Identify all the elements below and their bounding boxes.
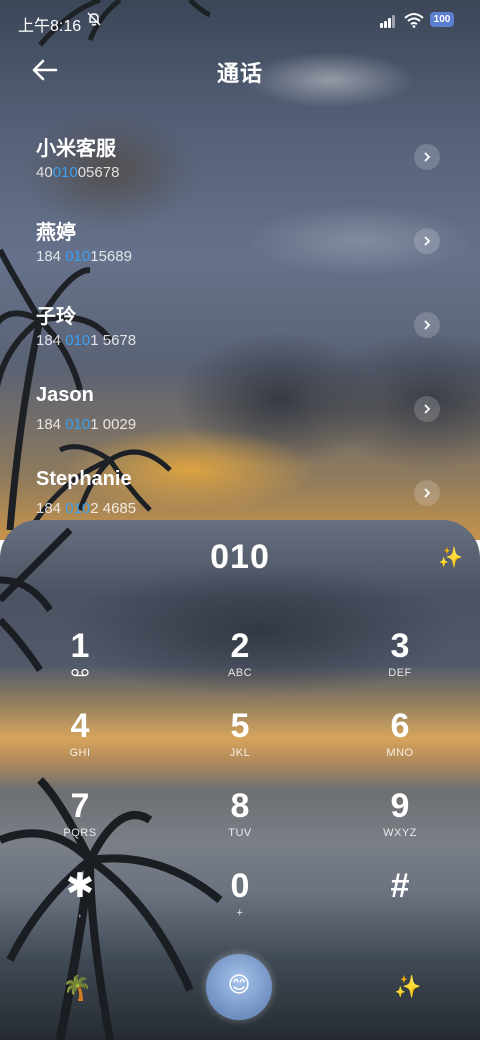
key-letters: ABC xyxy=(227,667,253,679)
palm-tree-icon[interactable]: 🌴 xyxy=(62,974,92,1003)
number-match: 010 xyxy=(65,332,91,349)
contact-name: 子玲 xyxy=(36,306,76,328)
sparkle-icon[interactable]: ✨ xyxy=(438,545,463,570)
number-match: 010 xyxy=(65,416,91,433)
contact-row[interactable]: 小米客服 4001005678 xyxy=(0,132,480,212)
key-letters: GHI xyxy=(69,747,91,759)
key-letters: WXYZ xyxy=(383,827,417,839)
key-letters: DEF xyxy=(388,667,412,679)
key-digit: 2 xyxy=(230,627,250,665)
contact-number: 4001005678 xyxy=(36,164,119,181)
contact-detail-chevron-icon[interactable] xyxy=(414,312,440,338)
status-time: 上午8:16 xyxy=(18,18,82,35)
contact-row[interactable]: Jason 184 0101 0029 xyxy=(0,384,480,464)
wifi-icon xyxy=(404,13,424,28)
contact-number: 184 01015689 xyxy=(36,248,132,265)
smile-icon: 😊 xyxy=(227,972,251,997)
dial-key-2[interactable]: 2 ABC xyxy=(180,626,300,700)
contact-detail-chevron-icon[interactable] xyxy=(414,396,440,422)
call-button[interactable]: 😊 xyxy=(206,954,272,1020)
contact-number: 184 0101 5678 xyxy=(36,332,136,349)
dial-key-4[interactable]: 4 GHI xyxy=(20,706,140,780)
number-match: 010 xyxy=(65,248,91,265)
key-letters: , xyxy=(78,907,82,919)
number-suffix: 1 0029 xyxy=(90,416,137,433)
battery-icon: 100 xyxy=(430,12,454,27)
contact-name: 小米客服 xyxy=(36,138,116,160)
number-match: 010 xyxy=(52,164,78,181)
contact-number: 184 0102 4685 xyxy=(36,500,136,517)
number-prefix: 184 xyxy=(36,332,66,349)
key-digit: 6 xyxy=(390,707,410,745)
key-letters: PQRS xyxy=(63,827,97,839)
sparkle-effects-icon[interactable]: ✨ xyxy=(394,974,421,1000)
number-suffix: 1 5678 xyxy=(90,332,137,349)
key-digit: ✱ xyxy=(65,867,95,905)
key-digit: 0 xyxy=(230,867,250,905)
key-digit: 3 xyxy=(390,627,410,665)
contact-name: Jason xyxy=(36,384,94,406)
contact-detail-chevron-icon[interactable] xyxy=(414,480,440,506)
number-prefix: 40 xyxy=(36,164,53,181)
contact-name: 燕婷 xyxy=(36,222,76,244)
contact-detail-chevron-icon[interactable] xyxy=(414,228,440,254)
key-letters: MNO xyxy=(386,747,414,759)
mute-bell-icon xyxy=(86,11,102,31)
dial-key-7[interactable]: 7 PQRS xyxy=(20,786,140,860)
page-title: 通话 xyxy=(216,61,263,86)
dial-key-6[interactable]: 6 MNO xyxy=(340,706,460,780)
key-letters: TUV xyxy=(228,827,252,839)
key-letters: + xyxy=(236,907,244,919)
key-letters: JKL xyxy=(229,747,251,759)
contact-name: Stephanie xyxy=(36,468,132,490)
key-digit: 1 xyxy=(70,627,90,665)
contact-row[interactable]: 子玲 184 0101 5678 xyxy=(0,300,480,380)
dial-key-star[interactable]: ✱ , xyxy=(20,866,140,940)
key-digit: 8 xyxy=(230,787,250,825)
contact-detail-chevron-icon[interactable] xyxy=(414,144,440,170)
number-prefix: 184 xyxy=(36,248,66,265)
number-match: 010 xyxy=(65,500,91,517)
key-digit: # xyxy=(390,867,410,905)
key-digit: 7 xyxy=(70,787,90,825)
number-suffix: 2 4685 xyxy=(90,500,137,517)
number-suffix: 15689 xyxy=(90,248,132,265)
contact-row[interactable]: Stephanie 184 0102 4685 xyxy=(0,468,480,548)
dial-key-0[interactable]: 0 + xyxy=(180,866,300,940)
dialed-number-display: 010 xyxy=(210,538,270,576)
dial-key-1[interactable]: 1 xyxy=(20,626,140,700)
number-prefix: 184 xyxy=(36,416,66,433)
signal-strength-icon xyxy=(380,14,400,28)
dial-key-3[interactable]: 3 DEF xyxy=(340,626,460,700)
contact-row[interactable]: 燕婷 184 01015689 xyxy=(0,216,480,296)
dial-key-9[interactable]: 9 WXYZ xyxy=(340,786,460,860)
number-prefix: 184 xyxy=(36,500,66,517)
dial-key-hash[interactable]: # xyxy=(340,866,460,940)
status-bar: 上午8:16 100 xyxy=(0,0,480,44)
number-suffix: 05678 xyxy=(77,164,120,181)
voicemail-icon xyxy=(20,666,140,681)
key-digit: 9 xyxy=(390,787,410,825)
contact-number: 184 0101 0029 xyxy=(36,416,136,433)
key-digit: 5 xyxy=(230,707,250,745)
key-digit: 4 xyxy=(70,707,90,745)
dial-key-5[interactable]: 5 JKL xyxy=(180,706,300,780)
dial-key-8[interactable]: 8 TUV xyxy=(180,786,300,860)
